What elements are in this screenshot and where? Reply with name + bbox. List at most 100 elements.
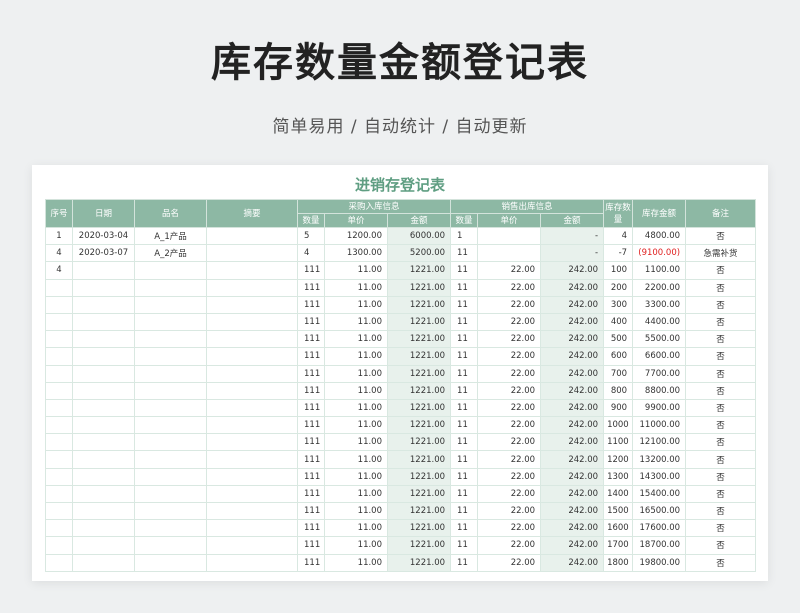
name-cell[interactable] bbox=[134, 450, 207, 469]
stock-amount-cell[interactable]: 3300.00 bbox=[632, 295, 687, 314]
seq-cell[interactable] bbox=[45, 519, 73, 538]
out-price-cell[interactable]: 22.00 bbox=[477, 398, 542, 418]
in-amount-cell[interactable]: 1221.00 bbox=[386, 450, 452, 469]
in-qty-cell[interactable]: 111 bbox=[297, 433, 325, 452]
stock-amount-cell[interactable]: (9100.00) bbox=[632, 244, 687, 263]
in-price-cell[interactable]: 11.00 bbox=[324, 536, 388, 555]
stock-amount-cell[interactable]: 12100.00 bbox=[632, 433, 687, 452]
summary-cell[interactable] bbox=[206, 312, 298, 332]
summary-cell[interactable] bbox=[206, 330, 298, 349]
stock-qty-cell[interactable]: 1700 bbox=[603, 536, 634, 555]
in-qty-cell[interactable]: 5 bbox=[297, 226, 325, 246]
out-qty-cell[interactable]: 11 bbox=[450, 244, 479, 263]
out-qty-cell[interactable]: 11 bbox=[450, 484, 479, 504]
summary-cell[interactable] bbox=[206, 416, 298, 435]
date-cell[interactable] bbox=[72, 381, 135, 400]
stock-qty-cell[interactable]: 1300 bbox=[603, 467, 634, 486]
in-price-cell[interactable]: 11.00 bbox=[324, 553, 388, 572]
in-qty-cell[interactable]: 111 bbox=[297, 330, 325, 349]
out-price-cell[interactable]: 22.00 bbox=[477, 501, 542, 521]
date-cell[interactable] bbox=[72, 364, 135, 383]
stock-amount-cell[interactable]: 13200.00 bbox=[632, 450, 687, 469]
remark-cell[interactable]: 否 bbox=[685, 467, 757, 486]
summary-cell[interactable] bbox=[206, 364, 298, 383]
out-amount-cell[interactable]: 242.00 bbox=[540, 553, 605, 572]
in-amount-cell[interactable]: 1221.00 bbox=[386, 381, 452, 400]
date-cell[interactable] bbox=[72, 278, 135, 297]
out-qty-cell[interactable]: 11 bbox=[450, 519, 479, 538]
stock-amount-cell[interactable]: 9900.00 bbox=[632, 398, 687, 418]
out-amount-cell[interactable]: 242.00 bbox=[540, 450, 605, 469]
remark-cell[interactable]: 否 bbox=[685, 312, 757, 332]
in-qty-cell[interactable]: 111 bbox=[297, 381, 325, 400]
in-qty-cell[interactable]: 111 bbox=[297, 467, 325, 486]
name-cell[interactable] bbox=[134, 501, 207, 521]
in-amount-cell[interactable]: 1221.00 bbox=[386, 398, 452, 418]
name-cell[interactable] bbox=[134, 347, 207, 366]
seq-cell[interactable] bbox=[45, 398, 73, 418]
seq-cell[interactable] bbox=[45, 364, 73, 383]
stock-amount-cell[interactable]: 15400.00 bbox=[632, 484, 687, 504]
in-price-cell[interactable]: 11.00 bbox=[324, 312, 388, 332]
out-amount-cell[interactable]: 242.00 bbox=[540, 364, 605, 383]
in-price-cell[interactable]: 11.00 bbox=[324, 278, 388, 297]
summary-cell[interactable] bbox=[206, 519, 298, 538]
date-cell[interactable] bbox=[72, 467, 135, 486]
out-price-cell[interactable]: 22.00 bbox=[477, 381, 542, 400]
date-cell[interactable]: 2020-03-04 bbox=[72, 226, 135, 246]
remark-cell[interactable]: 否 bbox=[685, 295, 757, 314]
in-qty-cell[interactable]: 111 bbox=[297, 347, 325, 366]
out-qty-cell[interactable]: 11 bbox=[450, 501, 479, 521]
out-price-cell[interactable]: 22.00 bbox=[477, 484, 542, 504]
stock-qty-cell[interactable]: 1100 bbox=[603, 433, 634, 452]
name-cell[interactable]: A_2产品 bbox=[134, 244, 207, 263]
date-cell[interactable] bbox=[72, 416, 135, 435]
in-amount-cell[interactable]: 1221.00 bbox=[386, 330, 452, 349]
summary-cell[interactable] bbox=[206, 536, 298, 555]
in-qty-cell[interactable]: 111 bbox=[297, 295, 325, 314]
name-cell[interactable] bbox=[134, 278, 207, 297]
date-cell[interactable] bbox=[72, 536, 135, 555]
stock-amount-cell[interactable]: 4400.00 bbox=[632, 312, 687, 332]
stock-qty-cell[interactable]: 400 bbox=[603, 312, 634, 332]
stock-qty-cell[interactable]: 1400 bbox=[603, 484, 634, 504]
name-cell[interactable]: A_1产品 bbox=[134, 226, 207, 246]
in-qty-cell[interactable]: 111 bbox=[297, 261, 325, 280]
out-amount-cell[interactable]: 242.00 bbox=[540, 519, 605, 538]
in-price-cell[interactable]: 1300.00 bbox=[324, 244, 388, 263]
in-qty-cell[interactable]: 111 bbox=[297, 312, 325, 332]
stock-amount-cell[interactable]: 4800.00 bbox=[632, 226, 687, 246]
name-cell[interactable] bbox=[134, 381, 207, 400]
stock-amount-cell[interactable]: 17600.00 bbox=[632, 519, 687, 538]
seq-cell[interactable] bbox=[45, 433, 73, 452]
seq-cell[interactable] bbox=[45, 347, 73, 366]
name-cell[interactable] bbox=[134, 467, 207, 486]
stock-amount-cell[interactable]: 11000.00 bbox=[632, 416, 687, 435]
in-amount-cell[interactable]: 1221.00 bbox=[386, 467, 452, 486]
summary-cell[interactable] bbox=[206, 381, 298, 400]
out-amount-cell[interactable]: 242.00 bbox=[540, 261, 605, 280]
name-cell[interactable] bbox=[134, 330, 207, 349]
remark-cell[interactable]: 否 bbox=[685, 536, 757, 555]
date-cell[interactable] bbox=[72, 330, 135, 349]
in-price-cell[interactable]: 11.00 bbox=[324, 433, 388, 452]
summary-cell[interactable] bbox=[206, 398, 298, 418]
remark-cell[interactable]: 否 bbox=[685, 226, 757, 246]
seq-cell[interactable]: 4 bbox=[45, 244, 73, 263]
stock-qty-cell[interactable]: 1800 bbox=[603, 553, 634, 572]
remark-cell[interactable]: 急需补货 bbox=[685, 244, 757, 263]
name-cell[interactable] bbox=[134, 416, 207, 435]
summary-cell[interactable] bbox=[206, 450, 298, 469]
remark-cell[interactable]: 否 bbox=[685, 416, 757, 435]
out-amount-cell[interactable]: 242.00 bbox=[540, 433, 605, 452]
out-price-cell[interactable]: 22.00 bbox=[477, 347, 542, 366]
seq-cell[interactable] bbox=[45, 467, 73, 486]
stock-amount-cell[interactable]: 5500.00 bbox=[632, 330, 687, 349]
stock-qty-cell[interactable]: 1200 bbox=[603, 450, 634, 469]
out-price-cell[interactable]: 22.00 bbox=[477, 433, 542, 452]
stock-qty-cell[interactable]: 800 bbox=[603, 381, 634, 400]
out-amount-cell[interactable]: - bbox=[540, 244, 605, 263]
date-cell[interactable] bbox=[72, 553, 135, 572]
summary-cell[interactable] bbox=[206, 261, 298, 280]
remark-cell[interactable]: 否 bbox=[685, 398, 757, 418]
